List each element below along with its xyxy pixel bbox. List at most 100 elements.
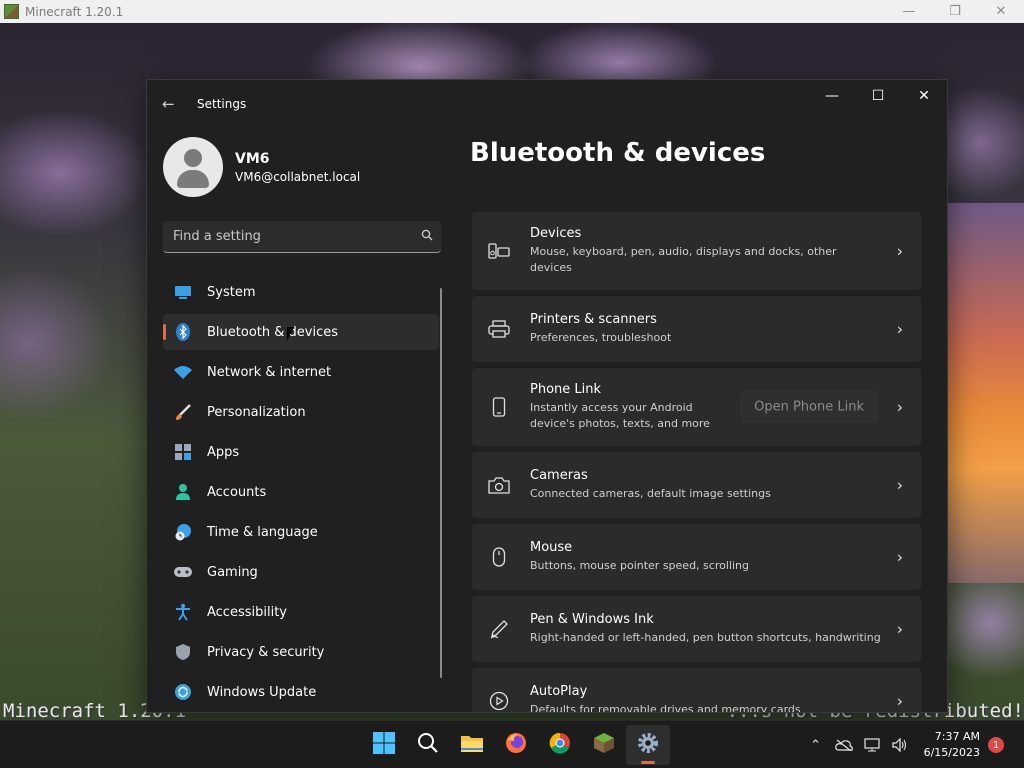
nav-label: Apps [207, 444, 240, 460]
taskbar-settings[interactable] [626, 725, 670, 765]
onedrive-offline-icon[interactable] [830, 739, 858, 751]
nav-label: Windows Update [207, 684, 317, 700]
profile-email: VM6@collabnet.local [235, 169, 361, 184]
nav-item-network-internet[interactable]: Network & internet [163, 354, 439, 390]
card-cameras[interactable]: Cameras Connected cameras, default image… [472, 452, 921, 518]
card-title: AutoPlay [530, 684, 588, 699]
volume-icon[interactable] [886, 738, 914, 752]
nav-item-time-language[interactable]: Time & language [163, 514, 439, 550]
nav-label: Bluetooth & devices [207, 324, 338, 340]
apps-icon [173, 442, 193, 462]
nav-item-system[interactable]: System [163, 274, 439, 310]
notification-badge[interactable]: 1 [988, 737, 1004, 753]
taskbar-firefox[interactable] [494, 725, 538, 765]
settings-nav: System Bluetooth & devices Network & int… [163, 274, 439, 712]
card-subtitle: Instantly access your Android device's p… [530, 401, 710, 430]
update-icon [173, 682, 193, 702]
chevron-up-icon[interactable]: ⌃ [802, 738, 830, 753]
back-arrow-icon[interactable]: ← [162, 95, 182, 113]
monitor-icon [173, 282, 193, 302]
person-icon [173, 482, 193, 502]
chrome-icon [549, 732, 571, 758]
settings-app-title: Settings [197, 97, 247, 111]
wifi-icon [173, 362, 193, 382]
card-subtitle: Defaults for removable drives and memory… [530, 703, 801, 712]
card-devices[interactable]: Devices Mouse, keyboard, pen, audio, dis… [472, 212, 921, 290]
search-input[interactable] [163, 228, 413, 245]
chevron-right-icon: › [896, 691, 903, 711]
nav-item-personalization[interactable]: Personalization [163, 394, 439, 430]
card-title: Cameras [530, 468, 588, 483]
bluetooth-icon [173, 322, 193, 342]
minecraft-block-icon [593, 732, 615, 758]
card-title: Devices [530, 226, 582, 241]
game-sky-sunset [944, 203, 1024, 583]
start-button[interactable] [362, 725, 406, 765]
profile-name: VM6 [235, 150, 270, 167]
card-subtitle: Connected cameras, default image setting… [530, 487, 771, 500]
nav-item-accounts[interactable]: Accounts [163, 474, 439, 510]
mouse-cursor [287, 327, 294, 341]
settings-minimize-button[interactable]: — [809, 80, 855, 112]
nav-label: Personalization [207, 404, 306, 420]
minecraft-restore-button[interactable]: ❐ [932, 0, 978, 23]
settings-window: ← Settings — ☐ ✕ VM6 VM6@collabnet.local… [147, 80, 947, 712]
user-profile[interactable]: VM6 VM6@collabnet.local [163, 137, 360, 197]
folder-icon [460, 733, 484, 757]
system-tray: ⌃ 7:37 AM 6/15/2023 1 [802, 721, 1024, 768]
card-subtitle: Right-handed or left-handed, pen button … [530, 631, 881, 644]
nav-item-apps[interactable]: Apps [163, 434, 439, 470]
accessibility-icon [173, 602, 193, 622]
taskbar-chrome[interactable] [538, 725, 582, 765]
card-title: Printers & scanners [530, 312, 657, 327]
nav-label: Network & internet [207, 364, 332, 380]
nav-label: Gaming [207, 564, 258, 580]
card-subtitle: Preferences, troubleshoot [530, 331, 672, 344]
card-title: Pen & Windows Ink [530, 612, 654, 627]
phone-icon [488, 396, 510, 418]
nav-label: Time & language [207, 524, 318, 540]
nav-item-windows-update[interactable]: Windows Update [163, 674, 439, 710]
nav-label: System [207, 284, 256, 300]
search-icon[interactable] [413, 229, 441, 245]
chevron-right-icon: › [896, 619, 903, 639]
page-title: Bluetooth & devices [470, 138, 766, 168]
search-box[interactable] [163, 221, 441, 253]
windows-logo-icon [373, 732, 395, 758]
nav-label: Privacy & security [207, 644, 325, 660]
card-printers-scanners[interactable]: Printers & scanners Preferences, trouble… [472, 296, 921, 362]
settings-maximize-button[interactable]: ☐ [855, 80, 901, 112]
settings-close-button[interactable]: ✕ [901, 80, 947, 112]
gear-icon [637, 732, 659, 758]
card-phone-link[interactable]: Phone Link Instantly access your Android… [472, 368, 921, 446]
card-title: Mouse [530, 540, 573, 555]
taskbar-file-explorer[interactable] [450, 725, 494, 765]
minecraft-titlebar: Minecraft 1.20.1 — ❐ ✕ [0, 0, 1024, 23]
nav-scrollbar[interactable] [440, 288, 442, 678]
nav-item-bluetooth-devices[interactable]: Bluetooth & devices [163, 314, 439, 350]
printer-icon [488, 318, 510, 340]
taskbar-apps [362, 721, 670, 768]
settings-window-controls: — ☐ ✕ [809, 80, 947, 112]
card-mouse[interactable]: Mouse Buttons, mouse pointer speed, scro… [472, 524, 921, 590]
chevron-right-icon: › [896, 241, 903, 261]
taskbar-minecraft[interactable] [582, 725, 626, 765]
nav-item-accessibility[interactable]: Accessibility [163, 594, 439, 630]
nav-item-gaming[interactable]: Gaming [163, 554, 439, 590]
open-phone-link-button[interactable]: Open Phone Link [741, 391, 877, 423]
card-autoplay[interactable]: AutoPlay Defaults for removable drives a… [472, 668, 921, 712]
network-icon[interactable] [858, 738, 886, 752]
nav-item-privacy-security[interactable]: Privacy & security [163, 634, 439, 670]
taskbar-clock[interactable]: 7:37 AM 6/15/2023 [924, 729, 980, 761]
shield-icon [173, 642, 193, 662]
chevron-right-icon: › [896, 397, 903, 417]
clock-date: 6/15/2023 [923, 746, 980, 759]
globe-clock-icon [173, 522, 193, 542]
card-pen-windows-ink[interactable]: Pen & Windows Ink Right-handed or left-h… [472, 596, 921, 662]
nav-label: Accounts [207, 484, 267, 500]
chevron-right-icon: › [896, 475, 903, 495]
taskbar-search-button[interactable] [406, 725, 450, 765]
minecraft-minimize-button[interactable]: — [886, 0, 932, 23]
minecraft-close-button[interactable]: ✕ [978, 0, 1024, 23]
search-icon [417, 732, 439, 758]
